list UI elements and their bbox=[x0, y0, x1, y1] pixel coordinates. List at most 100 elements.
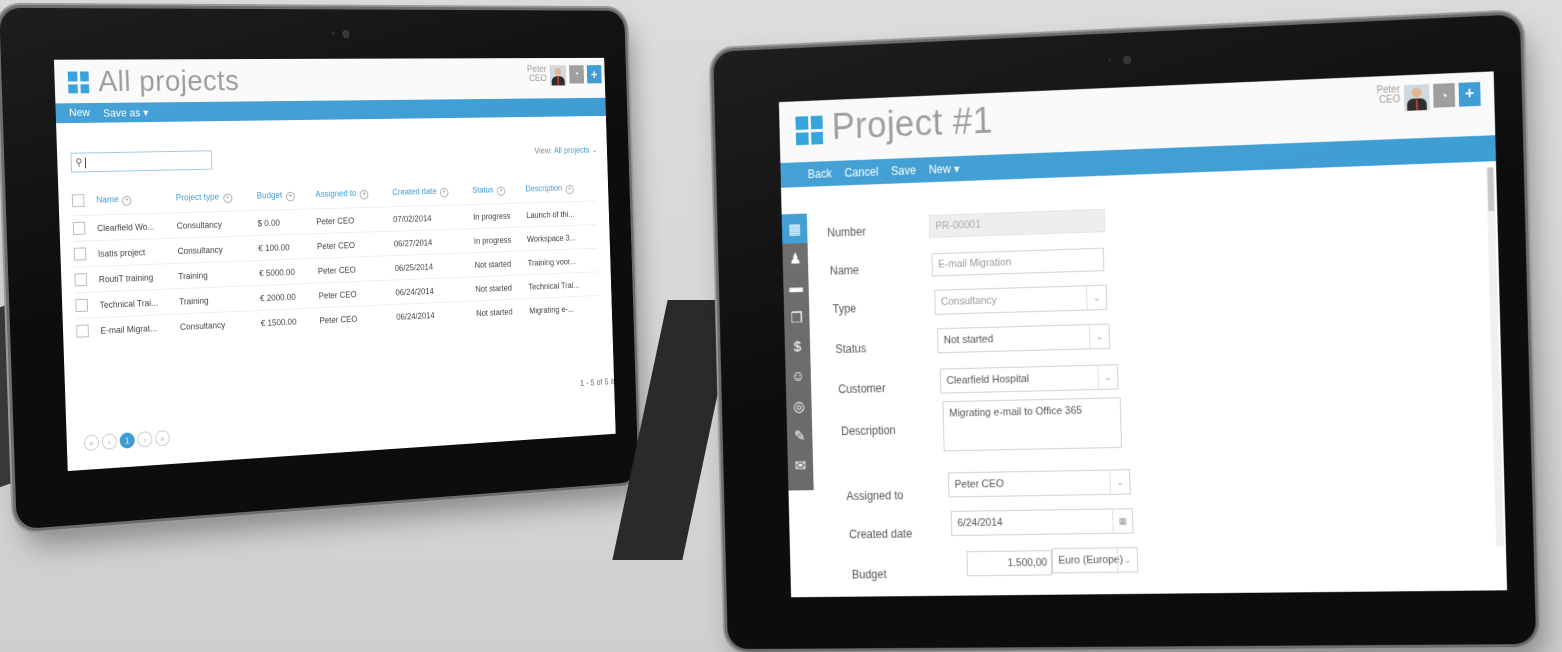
table-cell: Peter CEO bbox=[319, 304, 397, 333]
row-checkbox[interactable] bbox=[76, 324, 89, 338]
new-menu-button[interactable]: New ▾ bbox=[929, 162, 960, 177]
projects-table: Name + Project type + Budget + Assigned to +… bbox=[71, 182, 600, 344]
add-column-icon[interactable]: + bbox=[122, 195, 132, 206]
last-page-button[interactable]: » bbox=[154, 429, 171, 447]
document-icon[interactable]: ❐ bbox=[784, 302, 810, 332]
app-logo-icon bbox=[795, 115, 824, 146]
side-rail: ▦ ♟ ▬ ❐ $ ☺ ◎ ✎ ✉ bbox=[781, 213, 814, 491]
pagination: « ‹ 1 › » bbox=[83, 429, 171, 452]
row-checkbox[interactable] bbox=[72, 221, 86, 235]
prev-page-button[interactable]: ‹ bbox=[101, 433, 118, 450]
table-cell: Training voor... bbox=[527, 248, 598, 275]
row-checkbox[interactable] bbox=[75, 298, 89, 313]
table-cell: 07/02/2014 bbox=[392, 204, 474, 232]
back-button[interactable]: Back bbox=[807, 167, 831, 181]
search-caret bbox=[85, 156, 87, 168]
column-header[interactable]: Name + bbox=[96, 192, 176, 215]
table-cell: Consultancy bbox=[177, 235, 259, 264]
save-as-button[interactable]: Save as ▾ bbox=[103, 106, 149, 119]
column-header[interactable]: Created date + bbox=[392, 185, 473, 207]
timer-button[interactable]: ◔ bbox=[1433, 83, 1456, 108]
table-cell[interactable]: Isatis project bbox=[97, 238, 178, 267]
user-info[interactable]: Peter CEO bbox=[1377, 84, 1401, 106]
row-checkbox[interactable] bbox=[73, 247, 87, 261]
page-count: 1 - 5 of 5 it bbox=[579, 376, 615, 388]
save-button[interactable]: Save bbox=[891, 164, 916, 178]
add-column-icon[interactable]: + bbox=[565, 184, 574, 194]
table-cell: 06/24/2014 bbox=[395, 276, 476, 305]
user-role: CEO bbox=[528, 73, 547, 84]
created-date-label: Created date bbox=[848, 526, 913, 542]
created-date-field[interactable]: 6/24/2014 ▦ bbox=[950, 508, 1134, 536]
currency-select[interactable]: Euro (Europe) ⌄ bbox=[1051, 547, 1139, 574]
chevron-down-icon: ⌄ bbox=[1097, 365, 1118, 390]
chevron-down-icon: ⌄ bbox=[1116, 548, 1138, 572]
table-cell: € 2000.00 bbox=[259, 283, 320, 311]
ticket-icon[interactable]: ✎ bbox=[787, 420, 813, 450]
column-header[interactable]: Assigned to + bbox=[315, 187, 393, 209]
name-field[interactable]: E-mail Migration bbox=[931, 247, 1105, 277]
calendar-icon[interactable]: ▦ bbox=[1112, 509, 1133, 533]
people-icon[interactable]: ♟ bbox=[782, 243, 808, 273]
avatar[interactable] bbox=[549, 65, 567, 86]
add-column-icon[interactable]: + bbox=[439, 187, 449, 197]
add-column-icon[interactable]: + bbox=[359, 189, 369, 200]
type-select[interactable]: Consultancy ⌄ bbox=[934, 284, 1108, 315]
user-info[interactable]: Peter CEO bbox=[527, 64, 547, 84]
column-header[interactable]: Description + bbox=[525, 182, 595, 203]
status-label: Status bbox=[835, 341, 867, 356]
search-input[interactable]: ⚲ bbox=[70, 150, 213, 173]
table-cell: Peter CEO bbox=[317, 255, 396, 284]
mail-icon[interactable]: ✉ bbox=[787, 450, 813, 480]
table-cell: Migrating e-... bbox=[528, 295, 600, 322]
row-checkbox[interactable] bbox=[74, 273, 88, 287]
clock-icon: ◔ bbox=[1440, 87, 1449, 104]
column-header[interactable]: Status + bbox=[472, 183, 526, 204]
select-all-checkbox[interactable] bbox=[71, 194, 85, 208]
scrollbar-thumb[interactable] bbox=[1487, 167, 1495, 212]
view-selector[interactable]: View: All projects ⌄ bbox=[534, 145, 597, 156]
table-cell[interactable]: Technical Trai... bbox=[99, 288, 180, 318]
folder-icon[interactable]: ▬ bbox=[783, 273, 809, 303]
status-select[interactable]: Not started ⌄ bbox=[936, 323, 1111, 354]
money-icon[interactable]: $ bbox=[785, 332, 811, 362]
table-cell[interactable]: RoutiT training bbox=[98, 263, 179, 292]
assigned-to-select[interactable]: Peter CEO ⌄ bbox=[947, 469, 1131, 498]
add-column-icon[interactable]: + bbox=[222, 192, 233, 203]
timer-button[interactable]: ◔ bbox=[569, 65, 585, 84]
user-icon[interactable]: ☺ bbox=[785, 361, 811, 391]
budget-field[interactable]: 1.500,00 bbox=[966, 550, 1053, 577]
description-label: Description bbox=[840, 423, 896, 439]
customer-select[interactable]: Clearfield Hospital ⌄ bbox=[939, 364, 1119, 394]
column-header[interactable]: Project type + bbox=[176, 190, 258, 213]
budget-label: Budget bbox=[851, 567, 887, 582]
new-button[interactable]: New bbox=[69, 107, 90, 119]
view-prefix: View: bbox=[534, 145, 553, 156]
description-textarea[interactable]: Migrating e-mail to Office 365 bbox=[942, 397, 1122, 452]
assigned-to-value: Peter CEO bbox=[954, 478, 1004, 491]
list-app-header: All projects Peter CEO ◔ + bbox=[53, 57, 606, 104]
add-column-icon[interactable]: + bbox=[285, 191, 295, 202]
name-label: Name bbox=[829, 263, 860, 278]
scrollbar[interactable] bbox=[1486, 167, 1504, 547]
table-cell: 06/25/2014 bbox=[394, 252, 476, 280]
table-cell[interactable]: E-mail Migrat... bbox=[100, 313, 181, 343]
table-cell: 06/24/2014 bbox=[395, 300, 477, 329]
dashboard-icon[interactable]: ▦ bbox=[781, 213, 808, 244]
column-header[interactable]: Budget + bbox=[257, 188, 316, 210]
first-page-button[interactable]: « bbox=[83, 434, 100, 452]
avatar[interactable] bbox=[1403, 84, 1430, 111]
table-cell[interactable]: Clearfield Wo... bbox=[96, 212, 178, 241]
cancel-button[interactable]: Cancel bbox=[844, 165, 878, 180]
table-cell: Not started bbox=[475, 274, 529, 301]
gauge-icon[interactable]: ◎ bbox=[786, 391, 812, 421]
add-column-icon[interactable]: + bbox=[496, 186, 506, 196]
form-screen: Project #1 Peter CEO ◔ + Back Cancel Sav… bbox=[778, 71, 1508, 598]
next-page-button[interactable]: › bbox=[137, 431, 153, 448]
page-1-button[interactable]: 1 bbox=[119, 432, 135, 449]
add-button[interactable]: + bbox=[1458, 81, 1481, 107]
add-button[interactable]: + bbox=[586, 65, 602, 84]
table-cell: € 1500.00 bbox=[260, 307, 320, 335]
table-cell: 06/27/2014 bbox=[393, 228, 475, 256]
page-title: All projects bbox=[97, 64, 240, 99]
